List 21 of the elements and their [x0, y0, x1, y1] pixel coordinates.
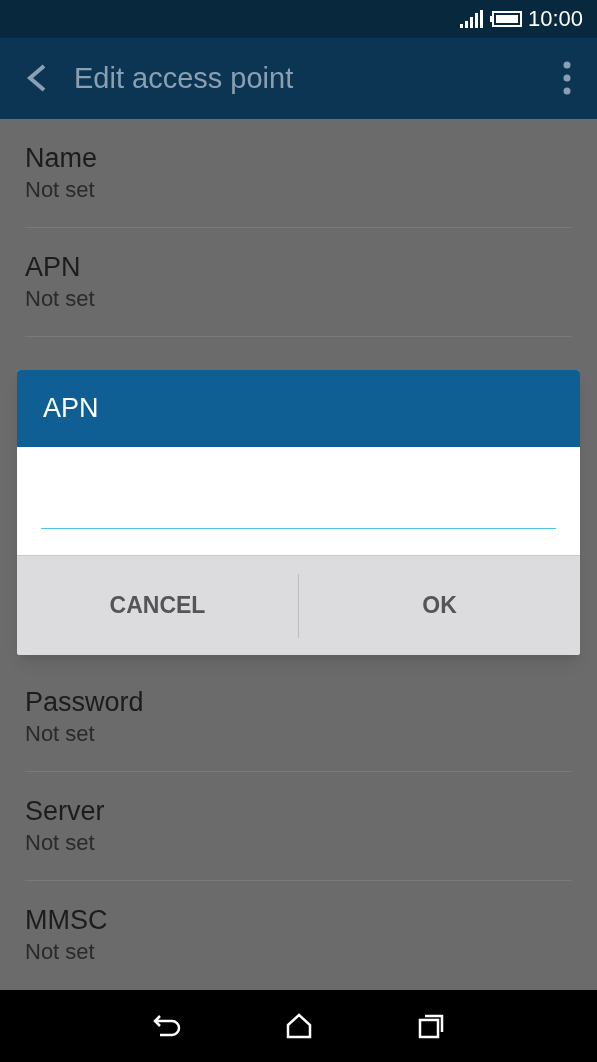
battery-icon: [489, 10, 522, 27]
setting-label: Name: [25, 141, 99, 175]
home-icon[interactable]: [285, 1012, 314, 1039]
back-icon[interactable]: [151, 1012, 182, 1039]
screen-title: Edit access point: [74, 60, 294, 96]
setting-value: Not set: [25, 828, 96, 857]
setting-label: Password: [25, 685, 145, 719]
setting-label: Server: [25, 794, 106, 828]
setting-value: Not set: [25, 719, 96, 748]
setting-label: MMSC: [25, 904, 109, 938]
setting-value: Not set: [25, 284, 96, 313]
dialog-title: APN: [43, 392, 99, 426]
signal-icon: [459, 9, 484, 28]
recent-apps-icon[interactable]: [417, 1012, 446, 1039]
setting-label: APN: [25, 250, 82, 284]
setting-value: Not set: [25, 175, 96, 204]
dialog-button[interactable]: CANCEL: [17, 556, 298, 655]
dialog-button[interactable]: OK: [299, 556, 580, 655]
clock-time: 10:00: [527, 5, 583, 34]
setting-value: Not set: [25, 938, 96, 967]
more-options-icon[interactable]: [563, 61, 571, 96]
